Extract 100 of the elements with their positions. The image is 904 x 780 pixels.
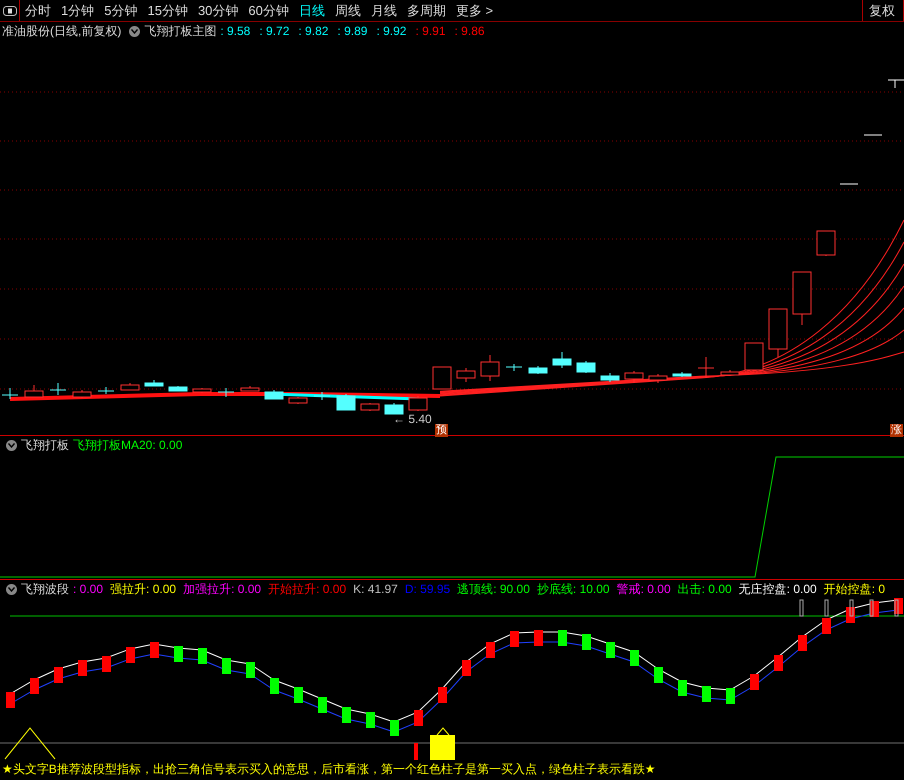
period-tab[interactable]: 60分钟 bbox=[243, 2, 294, 20]
candlestick bbox=[408, 396, 428, 412]
wave-bar bbox=[462, 660, 471, 676]
candlestick bbox=[72, 390, 92, 398]
indicator-value: : 9.58 bbox=[220, 24, 250, 38]
candlestick bbox=[576, 360, 596, 374]
wave-bar bbox=[150, 642, 159, 658]
wave-bar bbox=[726, 688, 735, 704]
indicator-value: : 9.72 bbox=[259, 24, 290, 38]
wave-bar bbox=[438, 687, 447, 703]
control-bar bbox=[800, 600, 804, 616]
candlestick bbox=[432, 366, 452, 390]
wave-bar bbox=[270, 678, 279, 694]
candlestick bbox=[624, 370, 644, 384]
wave-bar bbox=[342, 707, 351, 723]
indicator-value: : 9.82 bbox=[298, 24, 328, 38]
indicator-value: 无庄控盘: 0.00 bbox=[738, 580, 817, 598]
control-bar bbox=[850, 600, 854, 616]
candlestick bbox=[816, 230, 836, 256]
candlestick bbox=[314, 392, 330, 400]
candlestick bbox=[336, 394, 356, 410]
period-tab[interactable]: 日线 bbox=[294, 2, 330, 20]
wave-bar bbox=[558, 630, 567, 646]
wave-bar bbox=[822, 618, 831, 634]
chevron-down-icon[interactable] bbox=[6, 584, 17, 594]
control-bar bbox=[894, 600, 898, 616]
period-tab[interactable]: 1分钟 bbox=[56, 2, 100, 20]
period-tab[interactable]: 月线 bbox=[366, 2, 402, 20]
more-tab[interactable]: 更多 > bbox=[450, 2, 498, 20]
candlestick bbox=[648, 374, 668, 384]
indicator-value: 抄底线: 10.00 bbox=[536, 580, 610, 598]
wave-bar bbox=[678, 680, 687, 696]
wave-bar bbox=[510, 631, 519, 647]
candlestick bbox=[384, 402, 404, 414]
wave-bar bbox=[54, 667, 63, 683]
low-price-label: ← 5.40 bbox=[393, 412, 432, 426]
indicator-value: : 0.00 bbox=[73, 582, 104, 596]
triangle-signal bbox=[436, 727, 450, 736]
indicator-value: : 9.89 bbox=[337, 24, 368, 38]
wave-bar bbox=[798, 635, 807, 651]
wave-bar bbox=[630, 650, 639, 666]
candlestick bbox=[720, 370, 740, 376]
wave-bar bbox=[750, 674, 759, 690]
indicator-value: 逃顶线: 90.00 bbox=[457, 580, 530, 598]
triangle-signal bbox=[4, 727, 56, 760]
candlestick bbox=[506, 364, 522, 372]
indicator-name: 飞翔打板主图 bbox=[144, 22, 216, 40]
chevron-down-icon[interactable] bbox=[6, 440, 17, 450]
period-tab[interactable]: 周线 bbox=[330, 2, 366, 20]
signal-bar bbox=[414, 743, 418, 760]
indicator-value: 加强拉升: 0.00 bbox=[183, 580, 262, 598]
wave-bar bbox=[414, 710, 423, 726]
candlestick bbox=[600, 372, 620, 382]
candlestick bbox=[672, 372, 692, 378]
indicator-value: 强拉升: 0.00 bbox=[110, 580, 176, 598]
candlestick bbox=[360, 402, 380, 412]
wave-bar bbox=[654, 667, 663, 683]
candlestick bbox=[168, 386, 188, 392]
wave-bar bbox=[30, 678, 39, 694]
indicator-value: D: 59.95 bbox=[404, 582, 450, 596]
indicator-description: ★头文字B推荐波段型指标，出抢三角信号表示买入的意思，后市看涨，第一个红色柱子是第一买入点，绿色柱子表示看跌★ bbox=[1, 761, 657, 778]
wave-bar bbox=[606, 642, 615, 658]
wave-bar bbox=[198, 648, 207, 664]
period-tab[interactable]: 30分钟 bbox=[192, 2, 244, 20]
candlestick bbox=[792, 272, 812, 326]
period-tab[interactable]: 多周期 bbox=[402, 2, 451, 20]
chevron-down-icon[interactable] bbox=[129, 26, 140, 36]
candlestick bbox=[144, 380, 164, 386]
wave-bar bbox=[318, 697, 327, 713]
candlestick bbox=[698, 356, 714, 378]
wave-bar bbox=[534, 630, 543, 646]
indicator-name: 飞翔打板 bbox=[21, 436, 69, 454]
indicator-value: 飞翔打板MA20: 0.00 bbox=[73, 436, 182, 454]
period-tab[interactable]: 15分钟 bbox=[142, 2, 193, 20]
indicator-value: 出击: 0.00 bbox=[678, 580, 732, 598]
wave-bar bbox=[390, 720, 399, 736]
price-dash bbox=[864, 134, 882, 136]
period-tab[interactable]: 5分钟 bbox=[99, 2, 142, 20]
candlestick bbox=[480, 354, 500, 382]
candlestick bbox=[218, 388, 234, 398]
indicator-name: 飞翔波段 bbox=[21, 580, 69, 598]
candlestick bbox=[552, 352, 572, 368]
indicator-value: 开始控盘: 0 bbox=[824, 580, 886, 598]
period-tab[interactable]: 分时 bbox=[20, 2, 56, 20]
wave-bar bbox=[6, 692, 15, 708]
signal-marker: 预 bbox=[435, 424, 448, 437]
wave-bar bbox=[102, 656, 111, 672]
candlestick bbox=[288, 396, 308, 404]
indicator-value: 警戒: 0.00 bbox=[616, 580, 671, 598]
candlestick bbox=[50, 382, 66, 396]
wave-bar bbox=[582, 634, 591, 650]
panel-toggle-icon[interactable] bbox=[0, 0, 20, 21]
wave-bar bbox=[222, 658, 231, 674]
candlestick bbox=[264, 390, 284, 400]
candlestick bbox=[98, 386, 114, 394]
wave-bar bbox=[702, 686, 711, 702]
wave-bar bbox=[774, 655, 783, 671]
adjust-button[interactable]: 复权 bbox=[862, 0, 904, 21]
candlestick bbox=[24, 384, 44, 398]
control-bar bbox=[870, 600, 874, 616]
